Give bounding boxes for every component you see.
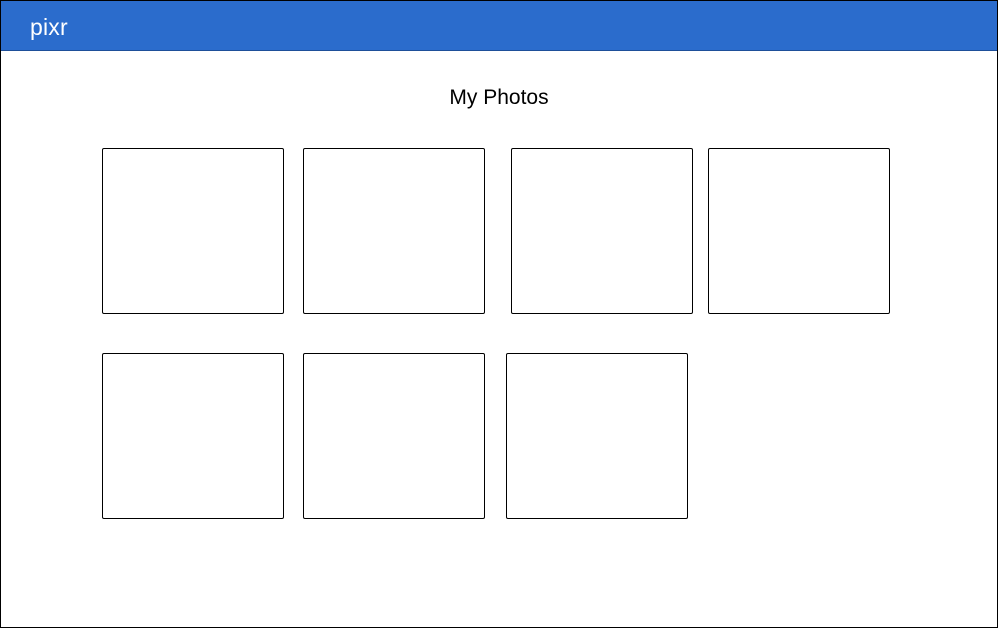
- app-window: pixr My Photos: [0, 0, 998, 628]
- app-logo[interactable]: pixr: [30, 14, 68, 40]
- page-title: My Photos: [449, 86, 549, 109]
- photo-thumbnail[interactable]: [303, 148, 485, 314]
- photo-thumbnail[interactable]: [511, 148, 693, 314]
- photo-thumbnail[interactable]: [102, 148, 284, 314]
- photo-thumbnail[interactable]: [506, 353, 688, 519]
- photo-thumbnail[interactable]: [102, 353, 284, 519]
- photo-thumbnail[interactable]: [708, 148, 890, 314]
- top-navigation-bar: pixr: [1, 1, 997, 51]
- photo-thumbnail[interactable]: [303, 353, 485, 519]
